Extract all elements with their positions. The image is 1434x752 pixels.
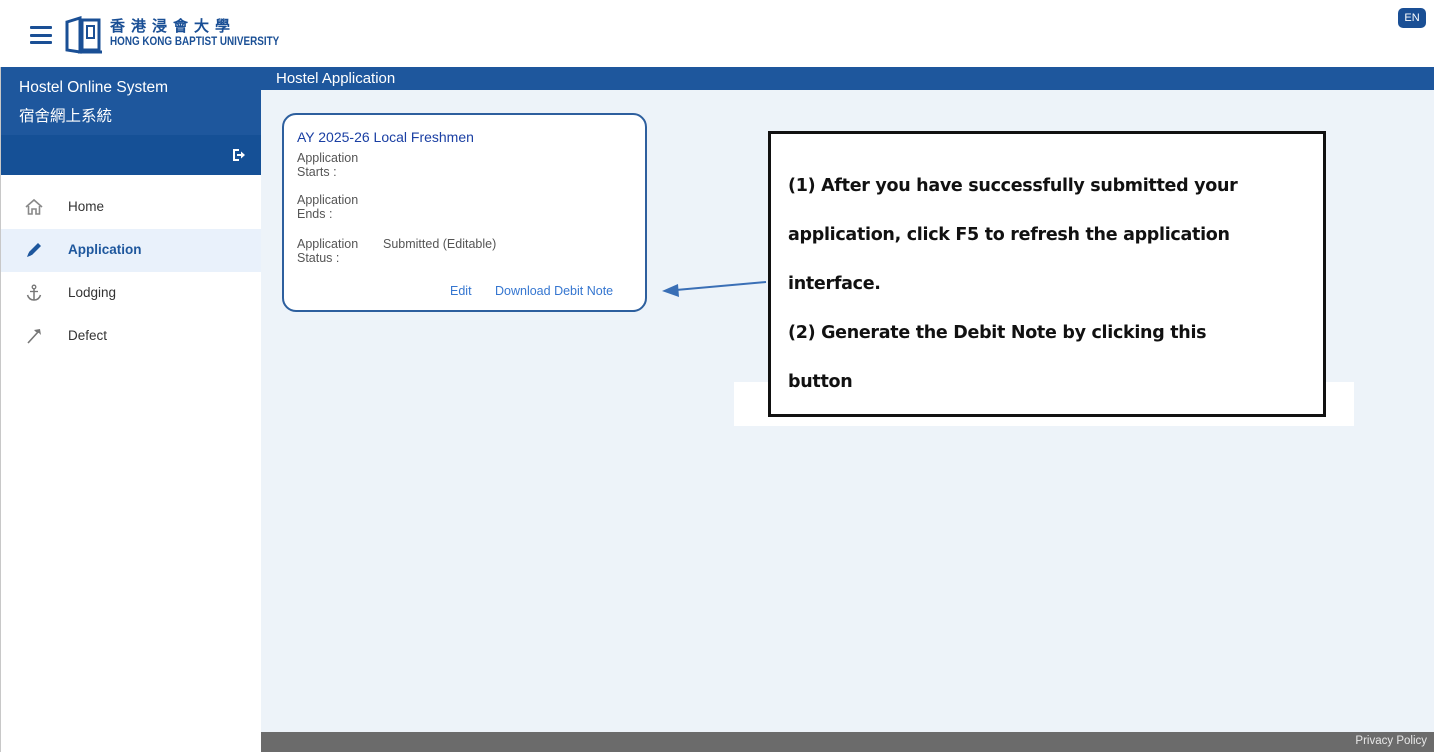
annotation-line: application, click F5 to refresh the app… — [788, 225, 1230, 245]
sidebar-item-application[interactable]: Application — [1, 229, 262, 272]
sidebar: Hostel Online System 宿舍網上系統 Home Applica… — [0, 67, 262, 752]
page: 香港浸會大學 HONG KONG BAPTIST UNIVERSITY EN H… — [0, 0, 1434, 752]
status-label-line1: Application — [297, 237, 359, 251]
annotation-line: (1) After you have successfully submitte… — [788, 176, 1238, 196]
sidebar-logout-bar — [1, 135, 262, 175]
sidebar-item-label: Lodging — [68, 285, 117, 300]
application-card: AY 2025-26 Local Freshmen Application St… — [282, 113, 647, 312]
download-debit-note-link[interactable]: Download Debit Note — [495, 284, 613, 298]
system-title-en: Hostel Online System — [19, 79, 169, 96]
status-label-line2: Status : — [297, 251, 340, 265]
status-value: Submitted (Editable) — [383, 237, 497, 251]
annotation-box: (1) After you have successfully submitte… — [768, 131, 1326, 417]
annotation-text: (1) After you have successfully submitte… — [788, 162, 1318, 407]
hamburger-menu-icon[interactable] — [30, 26, 52, 44]
footer: Privacy Policy — [261, 732, 1434, 752]
annotation-line: interface. — [788, 274, 881, 294]
ends-label-line2: Ends : — [297, 207, 333, 221]
home-icon — [25, 198, 43, 215]
sidebar-item-label: Defect — [68, 328, 108, 343]
system-title-zh: 宿舍網上系統 — [19, 107, 113, 125]
ends-label-line1: Application — [297, 193, 359, 207]
logout-icon[interactable] — [232, 148, 246, 162]
annotation-line: (2) Generate the Debit Note by clicking … — [788, 323, 1207, 343]
annotation-line: button — [788, 372, 853, 392]
sidebar-item-lodging[interactable]: Lodging — [1, 272, 262, 315]
starts-label: Application Starts : — [297, 151, 377, 179]
top-header: 香港浸會大學 HONG KONG BAPTIST UNIVERSITY EN — [0, 0, 1434, 67]
university-logo-text: 香港浸會大學 HONG KONG BAPTIST UNIVERSITY — [110, 18, 307, 50]
hammer-icon — [27, 329, 41, 344]
privacy-policy-link[interactable]: Privacy Policy — [1355, 735, 1427, 747]
sidebar-nav: Home Application Lodging Defect — [1, 186, 262, 358]
sidebar-header: Hostel Online System 宿舍網上系統 — [1, 67, 262, 135]
sidebar-item-label: Application — [68, 242, 142, 257]
language-toggle-button[interactable]: EN — [1398, 8, 1426, 28]
application-title: AY 2025-26 Local Freshmen — [297, 129, 474, 145]
starts-label-line2: Starts : — [297, 165, 337, 179]
edit-link[interactable]: Edit — [450, 284, 472, 298]
status-label: Application Status : — [297, 237, 377, 265]
sidebar-item-home[interactable]: Home — [1, 186, 262, 229]
starts-label-line1: Application — [297, 151, 359, 165]
ends-label: Application Ends : — [297, 193, 377, 221]
pencil-icon — [27, 243, 41, 257]
sidebar-item-defect[interactable]: Defect — [1, 315, 262, 358]
logo-chinese-name: 香港浸會大學 — [110, 17, 237, 35]
sidebar-item-label: Home — [68, 199, 105, 214]
anchor-icon — [26, 284, 42, 301]
university-logo-icon — [65, 16, 102, 54]
logo-english-name: HONG KONG BAPTIST UNIVERSITY — [110, 36, 280, 48]
page-title: Hostel Application — [276, 70, 396, 87]
